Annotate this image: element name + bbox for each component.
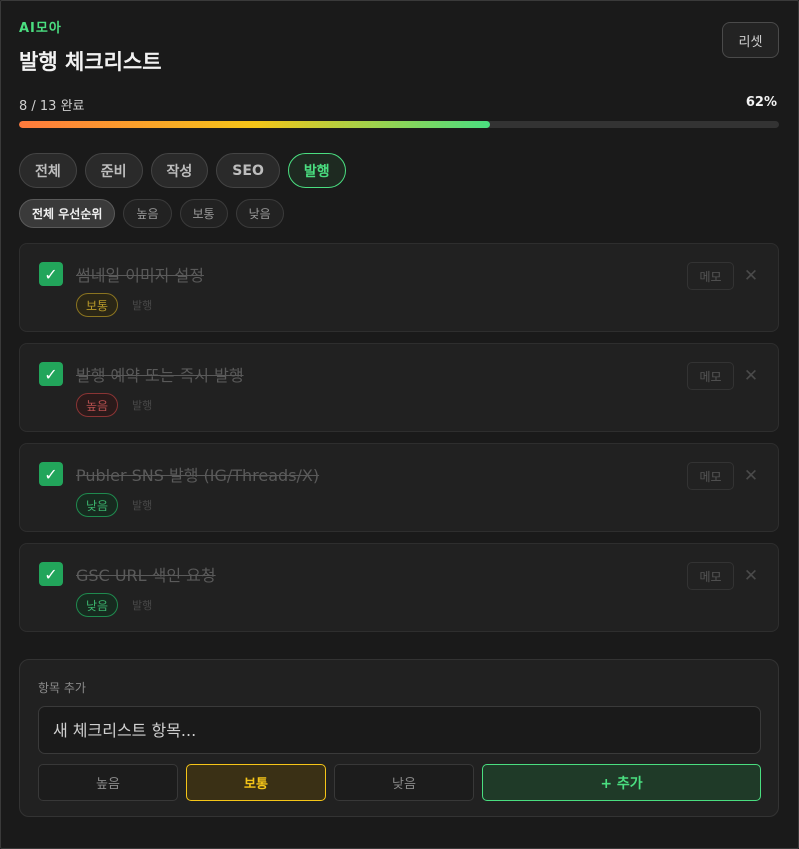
tab-publish[interactable]: 발행 xyxy=(287,153,346,188)
filter-mid[interactable]: 보통 xyxy=(179,199,228,228)
priority-low-button[interactable]: 낮음 xyxy=(334,764,474,801)
checkbox-checked[interactable]: ✓ xyxy=(39,262,63,286)
add-item-panel: 항목 추가 높음 보통 낮음 + 추가 xyxy=(19,659,779,817)
priority-filters: 전체 우선순위 높음 보통 낮음 xyxy=(19,199,284,228)
tab-writing[interactable]: 작성 xyxy=(150,153,209,188)
brand-logo: AI모아 xyxy=(19,21,62,36)
category-tag: 발행 xyxy=(132,299,153,312)
checklist-item: ✓ GSC URL 색인 요청 낮음 발행 메모 ✕ xyxy=(19,543,779,632)
checklist-item: ✓ 썸네일 이미지 설정 보통 발행 메모 ✕ xyxy=(19,243,779,332)
add-item-label: 항목 추가 xyxy=(38,681,86,695)
priority-mid-button[interactable]: 보통 xyxy=(186,764,326,801)
close-icon[interactable]: ✕ xyxy=(740,462,762,490)
priority-badge: 높음 xyxy=(76,393,119,417)
item-text: 발행 예약 또는 즉시 발행 xyxy=(76,366,244,385)
tab-seo[interactable]: SEO xyxy=(216,153,280,188)
new-item-input[interactable] xyxy=(38,706,761,754)
priority-badge: 보통 xyxy=(76,293,119,317)
checkbox-checked[interactable]: ✓ xyxy=(39,362,63,386)
memo-button[interactable]: 메모 xyxy=(687,362,734,390)
category-tag: 발행 xyxy=(132,399,153,412)
add-item-button[interactable]: + 추가 xyxy=(482,764,761,801)
memo-button[interactable]: 메모 xyxy=(687,562,734,590)
memo-button[interactable]: 메모 xyxy=(687,462,734,490)
progress-bar xyxy=(19,121,779,128)
progress-percent: 62% xyxy=(745,95,777,110)
checklist: ✓ 썸네일 이미지 설정 보통 발행 메모 ✕ ✓ 발행 예약 또는 즉시 발행… xyxy=(19,243,779,643)
filter-high[interactable]: 높음 xyxy=(123,199,172,228)
tab-prep[interactable]: 준비 xyxy=(84,153,143,188)
priority-badge: 낮음 xyxy=(76,593,119,617)
tab-all[interactable]: 전체 xyxy=(19,153,77,188)
item-text: Publer SNS 발행 (IG/Threads/X) xyxy=(76,466,320,485)
reset-button[interactable]: 리셋 xyxy=(722,22,779,58)
app-frame: AI모아 발행 체크리스트 리셋 8 / 13 완료 62% 전체 준비 작성 … xyxy=(0,0,799,849)
page-title: 발행 체크리스트 xyxy=(19,50,162,74)
close-icon[interactable]: ✕ xyxy=(740,362,762,390)
progress-text: 8 / 13 완료 xyxy=(19,99,85,114)
memo-button[interactable]: 메모 xyxy=(687,262,734,290)
category-tag: 발행 xyxy=(132,499,153,512)
priority-badge: 낮음 xyxy=(76,493,119,517)
checklist-item: ✓ Publer SNS 발행 (IG/Threads/X) 낮음 발행 메모 … xyxy=(19,443,779,532)
new-item-priority-selector: 높음 보통 낮음 + 추가 xyxy=(38,764,761,801)
close-icon[interactable]: ✕ xyxy=(740,562,762,590)
checkbox-checked[interactable]: ✓ xyxy=(39,462,63,486)
priority-high-button[interactable]: 높음 xyxy=(38,764,178,801)
category-tag: 발행 xyxy=(132,599,153,612)
filter-low[interactable]: 낮음 xyxy=(235,199,284,228)
checkbox-checked[interactable]: ✓ xyxy=(39,562,63,586)
filter-all-priority[interactable]: 전체 우선순위 xyxy=(19,199,116,228)
close-icon[interactable]: ✕ xyxy=(740,262,762,290)
item-text: GSC URL 색인 요청 xyxy=(76,566,216,585)
progress-bar-fill xyxy=(19,121,491,128)
item-text: 썸네일 이미지 설정 xyxy=(76,266,204,285)
checklist-item: ✓ 발행 예약 또는 즉시 발행 높음 발행 메모 ✕ xyxy=(19,343,779,432)
category-tabs: 전체 준비 작성 SEO 발행 xyxy=(19,153,346,188)
